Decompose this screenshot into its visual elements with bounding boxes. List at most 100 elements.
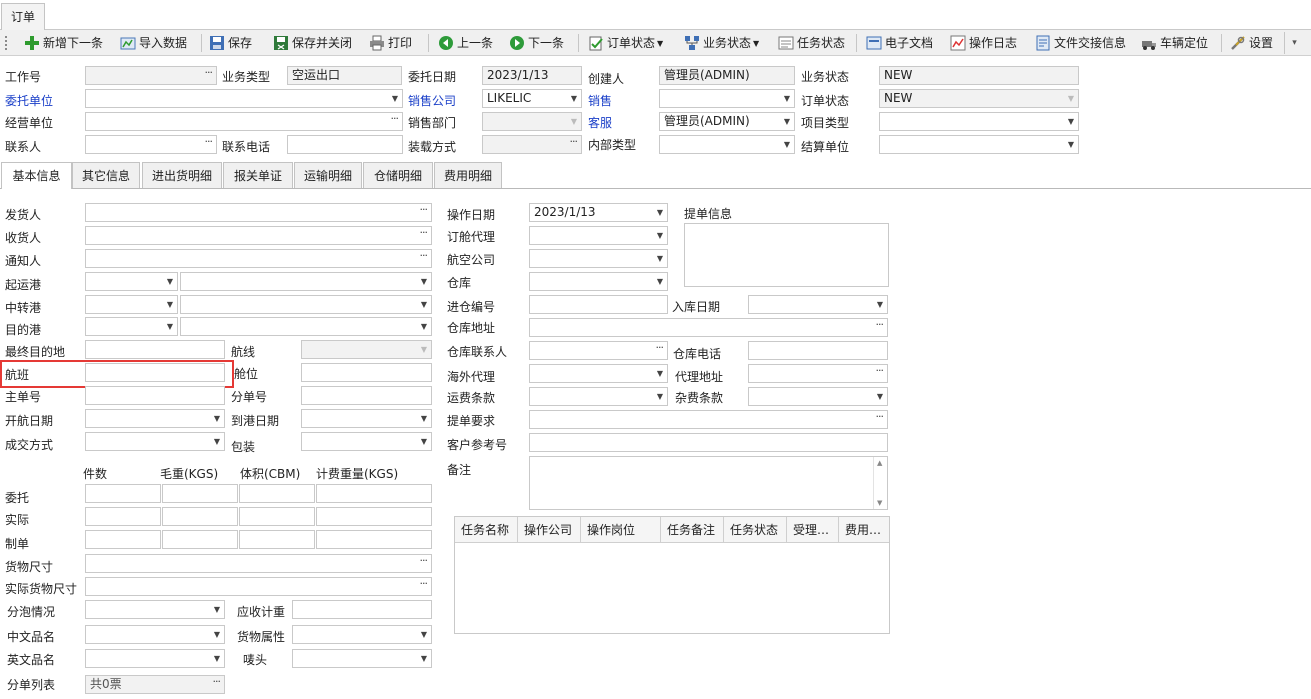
wh-address-field[interactable]: ··· — [529, 318, 888, 337]
sales-select[interactable]: ▼ — [659, 89, 795, 108]
operation-log-button[interactable]: 操作日志 — [950, 32, 1017, 54]
entry-no-field[interactable] — [529, 295, 668, 314]
doc-cw-field[interactable] — [316, 530, 432, 549]
actual-qty-field[interactable] — [85, 507, 161, 526]
next-button[interactable]: 下一条 — [509, 32, 564, 54]
split-select[interactable]: ▼ — [85, 600, 225, 619]
entrust-qty-field[interactable] — [85, 484, 161, 503]
transit-code-select[interactable]: ▼ — [85, 295, 178, 314]
biz-type-field[interactable]: 空运出口 — [287, 66, 402, 85]
cust-ref-field[interactable] — [529, 433, 888, 452]
actual-cargo-size-field[interactable]: ··· — [85, 577, 432, 596]
column-header[interactable]: 操作岗位 — [581, 517, 661, 543]
cs-select[interactable]: 管理员(ADMIN) ▼ — [659, 112, 795, 131]
toolbar-grip[interactable] — [5, 36, 8, 50]
column-header[interactable]: 费用… — [839, 517, 890, 543]
add-next-button[interactable]: 新增下一条 — [24, 32, 103, 54]
entrust-gw-field[interactable] — [162, 484, 238, 503]
order-status-button[interactable]: 订单状态 ▼ — [588, 32, 663, 54]
vehicle-location-button[interactable]: 车辆定位 — [1141, 32, 1208, 54]
transit-name-select[interactable]: ▼ — [180, 295, 432, 314]
tab-fee-detail[interactable]: 费用明细 — [434, 162, 502, 188]
tab-basic-info[interactable]: 基本信息 — [1, 162, 72, 189]
booking-agent-select[interactable]: ▼ — [529, 226, 668, 245]
etd-select[interactable]: ▼ — [85, 409, 225, 428]
entrust-date-field[interactable]: 2023/1/13 — [482, 66, 582, 85]
business-status-button[interactable]: 业务状态 ▼ — [684, 32, 759, 54]
tab-customs-docs[interactable]: 报关单证 — [223, 162, 293, 188]
column-header[interactable]: 受理… — [787, 517, 839, 543]
pol-code-select[interactable]: ▼ — [85, 272, 178, 291]
import-data-button[interactable]: 导入数据 — [120, 32, 187, 54]
pod-code-select[interactable]: ▼ — [85, 317, 178, 336]
creator-field[interactable]: 管理员(ADMIN) — [659, 66, 795, 85]
column-header[interactable]: 操作公司 — [518, 517, 581, 543]
sales-label[interactable]: 销售 — [588, 93, 612, 109]
scrollbar[interactable]: ▲ ▼ — [873, 457, 887, 509]
tab-transport-detail[interactable]: 运输明细 — [294, 162, 362, 188]
misc-terms-select[interactable]: ▼ — [748, 387, 888, 406]
en-name-select[interactable]: ▼ — [85, 649, 225, 668]
hawb-field[interactable] — [301, 386, 432, 405]
bl-info-textarea[interactable] — [684, 223, 889, 287]
toolbar-overflow-button[interactable]: ▾ — [1284, 32, 1304, 54]
cn-name-select[interactable]: ▼ — [85, 625, 225, 644]
tab-storage-detail[interactable]: 仓储明细 — [363, 162, 433, 188]
entrust-cw-field[interactable] — [316, 484, 432, 503]
cargo-size-field[interactable]: ··· — [85, 554, 432, 573]
wh-phone-field[interactable] — [748, 341, 888, 360]
entry-date-select[interactable]: ▼ — [748, 295, 888, 314]
entrust-vol-field[interactable] — [239, 484, 315, 503]
packing-select[interactable]: ▼ — [301, 432, 432, 451]
deal-mode-select[interactable]: ▼ — [85, 432, 225, 451]
job-no-field[interactable]: ··· — [85, 66, 217, 85]
recv-weight-field[interactable] — [292, 600, 432, 619]
sales-company-select[interactable]: LIKELIC ▼ — [482, 89, 582, 108]
freight-terms-select[interactable]: ▼ — [529, 387, 668, 406]
mawb-field[interactable] — [85, 386, 225, 405]
task-status-button[interactable]: 任务状态 — [778, 32, 845, 54]
project-type-select[interactable]: ▼ — [879, 112, 1079, 131]
space-field[interactable] — [301, 363, 432, 382]
task-grid[interactable]: 任务名称 操作公司 操作岗位 任务备注 任务状态 受理… 费用… — [454, 516, 890, 634]
tab-order[interactable]: 订单 — [1, 3, 45, 30]
save-button[interactable]: 保存 — [209, 32, 252, 54]
cargo-attr-select[interactable]: ▼ — [292, 625, 432, 644]
print-button[interactable]: 打印 — [369, 32, 412, 54]
doc-vol-field[interactable] — [239, 530, 315, 549]
internal-type-select[interactable]: ▼ — [659, 135, 795, 154]
consignee-field[interactable]: ··· — [85, 226, 432, 245]
actual-vol-field[interactable] — [239, 507, 315, 526]
phone-field[interactable] — [287, 135, 403, 154]
pol-name-select[interactable]: ▼ — [180, 272, 432, 291]
notify-field[interactable]: ··· — [85, 249, 432, 268]
overseas-agent-select[interactable]: ▼ — [529, 364, 668, 383]
settle-unit-select[interactable]: ▼ — [879, 135, 1079, 154]
remark-textarea[interactable]: ▲ ▼ — [529, 456, 888, 510]
final-dest-field[interactable] — [85, 340, 225, 359]
eta-select[interactable]: ▼ — [301, 409, 432, 428]
operating-unit-field[interactable]: ··· — [85, 112, 403, 131]
loading-field[interactable]: ··· — [482, 135, 582, 154]
previous-button[interactable]: 上一条 — [438, 32, 493, 54]
settings-button[interactable]: 设置 — [1230, 32, 1273, 54]
op-date-select[interactable]: 2023/1/13 ▼ — [529, 203, 668, 222]
tab-other-info[interactable]: 其它信息 — [72, 162, 140, 188]
save-close-button[interactable]: 保存并关闭 — [273, 32, 352, 54]
agent-address-field[interactable]: ··· — [748, 364, 888, 383]
tab-inout-detail[interactable]: 进出货明细 — [142, 162, 222, 188]
doc-gw-field[interactable] — [162, 530, 238, 549]
pod-name-select[interactable]: ▼ — [180, 317, 432, 336]
column-header[interactable]: 任务状态 — [724, 517, 787, 543]
cs-label[interactable]: 客服 — [588, 115, 612, 131]
electronic-doc-button[interactable]: 电子文档 — [866, 32, 933, 54]
sales-company-label[interactable]: 销售公司 — [408, 93, 456, 109]
client-label[interactable]: 委托单位 — [5, 93, 53, 109]
sub-list-field[interactable]: 共0票 ··· — [85, 675, 225, 694]
airline-select[interactable]: ▼ — [529, 249, 668, 268]
column-header[interactable]: 任务备注 — [661, 517, 724, 543]
bl-req-field[interactable]: ··· — [529, 410, 888, 429]
column-header[interactable]: 任务名称 — [455, 517, 518, 543]
warehouse-select[interactable]: ▼ — [529, 272, 668, 291]
client-select[interactable]: ▼ — [85, 89, 403, 108]
